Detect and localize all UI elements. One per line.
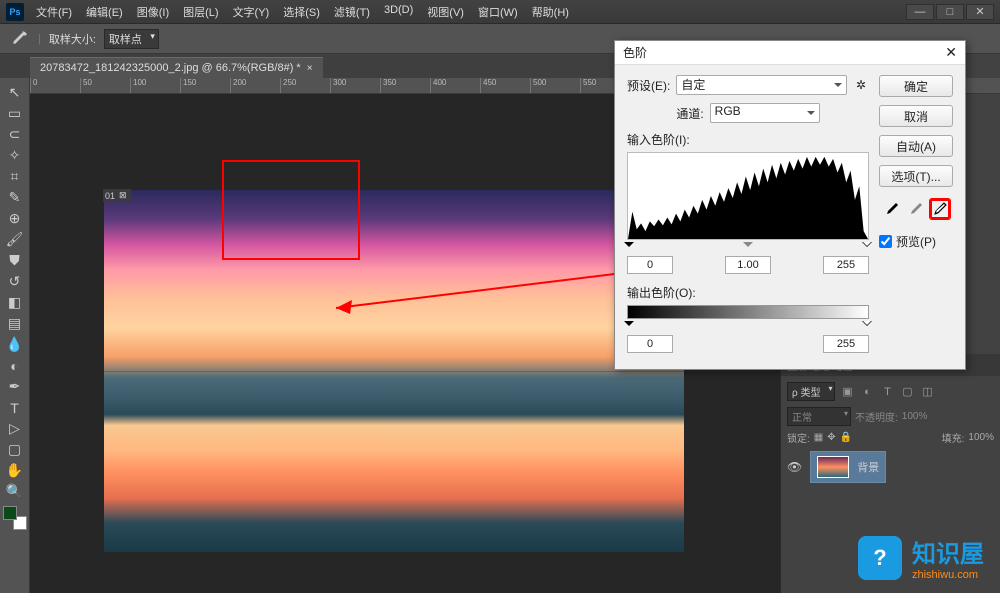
black-point-picker[interactable] (882, 199, 902, 219)
channel-label: 通道: (676, 105, 703, 122)
watermark: ? 知识屋 zhishiwu.com (858, 534, 984, 581)
preview-label: 预览(P) (896, 233, 936, 250)
dialog-title: 色阶 (623, 44, 647, 61)
menu-3d[interactable]: 3D(D) (378, 2, 419, 22)
output-gradient[interactable] (627, 305, 869, 319)
lock-label: 锁定: (787, 430, 810, 445)
input-gamma-field[interactable]: 1.00 (725, 256, 771, 274)
channel-select[interactable]: RGB (710, 103, 820, 123)
lasso-tool[interactable]: ⊂ (3, 124, 27, 145)
opacity-label: 不透明度: (855, 409, 898, 424)
brush-tool[interactable]: 🖌 (3, 229, 27, 250)
path-tool[interactable]: ▷ (3, 418, 27, 439)
dodge-tool[interactable]: ◐ (3, 355, 27, 376)
document-tab[interactable]: 20783472_181242325000_2.jpg @ 66.7%(RGB/… (30, 57, 323, 78)
hand-tool[interactable]: ✋ (3, 460, 27, 481)
move-tool[interactable]: ↖ (3, 82, 27, 103)
layer-name: 背景 (857, 459, 879, 475)
healing-tool[interactable]: ⊕ (3, 208, 27, 229)
output-sliders[interactable] (627, 321, 869, 333)
menu-edit[interactable]: 编辑(E) (80, 2, 129, 22)
white-point-picker[interactable] (930, 199, 950, 219)
document-image: 01⊠ (104, 190, 684, 552)
output-white-field[interactable]: 255 (823, 335, 869, 353)
sample-size-select[interactable]: 取样点 (104, 29, 159, 49)
maximize-button[interactable]: □ (936, 4, 964, 20)
layer-row[interactable]: 👁 背景 (787, 451, 994, 483)
color-swatches[interactable] (3, 506, 27, 530)
crop-tool[interactable]: ⌗ (3, 166, 27, 187)
menu-view[interactable]: 视图(V) (421, 2, 470, 22)
menu-layer[interactable]: 图层(L) (177, 2, 224, 22)
sample-size-label: 取样大小: (49, 31, 96, 47)
auto-button[interactable]: 自动(A) (879, 135, 953, 157)
shape-tool[interactable]: ▢ (3, 439, 27, 460)
histogram[interactable] (627, 152, 869, 240)
lock-pixels-icon[interactable]: ▦ (814, 432, 823, 443)
cancel-button[interactable]: 取消 (879, 105, 953, 127)
levels-dialog: 色阶 ✕ 预设(E): 自定 ✲ 通道: RGB 输入色阶(I): (614, 40, 966, 370)
menu-image[interactable]: 图像(I) (131, 2, 175, 22)
menu-window[interactable]: 窗口(W) (472, 2, 524, 22)
output-levels-label: 输出色阶(O): (627, 284, 869, 301)
type-tool[interactable]: T (3, 397, 27, 418)
filter-image-icon[interactable]: ▣ (839, 384, 855, 400)
close-tab-icon[interactable]: × (307, 63, 313, 74)
history-brush-tool[interactable]: ↺ (3, 271, 27, 292)
main-menu: 文件(F) 编辑(E) 图像(I) 图层(L) 文字(Y) 选择(S) 滤镜(T… (30, 2, 575, 22)
gradient-tool[interactable]: ▤ (3, 313, 27, 334)
eyedropper-icon (10, 29, 30, 49)
preset-menu-icon[interactable]: ✲ (853, 77, 869, 93)
menu-type[interactable]: 文字(Y) (227, 2, 276, 22)
toolbox: ↖ ▭ ⊂ ✧ ⌗ ✎ ⊕ 🖌 ⛊ ↺ ◧ ▤ 💧 ◐ ✒ T ▷ ▢ ✋ 🔍 (0, 78, 30, 593)
zoom-tool[interactable]: 🔍 (3, 481, 27, 502)
options-button[interactable]: 选项(T)... (879, 165, 953, 187)
gray-point-picker[interactable] (906, 199, 926, 219)
input-white-field[interactable]: 255 (823, 256, 869, 274)
filter-smart-icon[interactable]: ◫ (919, 384, 935, 400)
menu-select[interactable]: 选择(S) (277, 2, 326, 22)
slice-indicator: 01⊠ (103, 189, 131, 202)
layer-filter-select[interactable]: ρ 类型 (787, 382, 835, 401)
output-black-field[interactable]: 0 (627, 335, 673, 353)
lock-position-icon[interactable]: ✥ (827, 432, 835, 443)
preview-checkbox[interactable]: 预览(P) (879, 233, 953, 250)
lock-all-icon[interactable]: 🔒 (840, 432, 852, 443)
marquee-tool[interactable]: ▭ (3, 103, 27, 124)
watermark-url: zhishiwu.com (912, 569, 984, 581)
filter-type-icon[interactable]: T (879, 384, 895, 400)
preset-select[interactable]: 自定 (676, 75, 847, 95)
minimize-button[interactable]: — (906, 4, 934, 20)
menu-filter[interactable]: 滤镜(T) (328, 2, 376, 22)
eyedropper-tool[interactable]: ✎ (3, 187, 27, 208)
filter-shape-icon[interactable]: ▢ (899, 384, 915, 400)
app-logo: Ps (6, 3, 24, 21)
input-sliders[interactable] (627, 242, 869, 254)
menu-file[interactable]: 文件(F) (30, 2, 78, 22)
dialog-close-icon[interactable]: ✕ (945, 44, 957, 61)
eraser-tool[interactable]: ◧ (3, 292, 27, 313)
filter-adjust-icon[interactable]: ◐ (859, 384, 875, 400)
stamp-tool[interactable]: ⛊ (3, 250, 27, 271)
watermark-logo-icon: ? (858, 536, 902, 580)
layer-thumbnail (817, 456, 849, 478)
fill-value[interactable]: 100% (968, 432, 994, 443)
wand-tool[interactable]: ✧ (3, 145, 27, 166)
opacity-value[interactable]: 100% (902, 411, 928, 422)
preview-checkbox-input[interactable] (879, 235, 892, 248)
input-levels-label: 输入色阶(I): (627, 131, 869, 148)
visibility-icon[interactable]: 👁 (787, 460, 802, 474)
blur-tool[interactable]: 💧 (3, 334, 27, 355)
close-button[interactable]: ✕ (966, 4, 994, 20)
blend-mode-select[interactable]: 正常 (787, 407, 851, 426)
pen-tool[interactable]: ✒ (3, 376, 27, 397)
ok-button[interactable]: 确定 (879, 75, 953, 97)
menu-help[interactable]: 帮助(H) (526, 2, 575, 22)
preset-label: 预设(E): (627, 77, 670, 94)
fill-label: 填充: (942, 430, 965, 445)
watermark-name: 知识屋 (912, 534, 984, 569)
input-black-field[interactable]: 0 (627, 256, 673, 274)
document-tab-label: 20783472_181242325000_2.jpg @ 66.7%(RGB/… (40, 62, 301, 74)
